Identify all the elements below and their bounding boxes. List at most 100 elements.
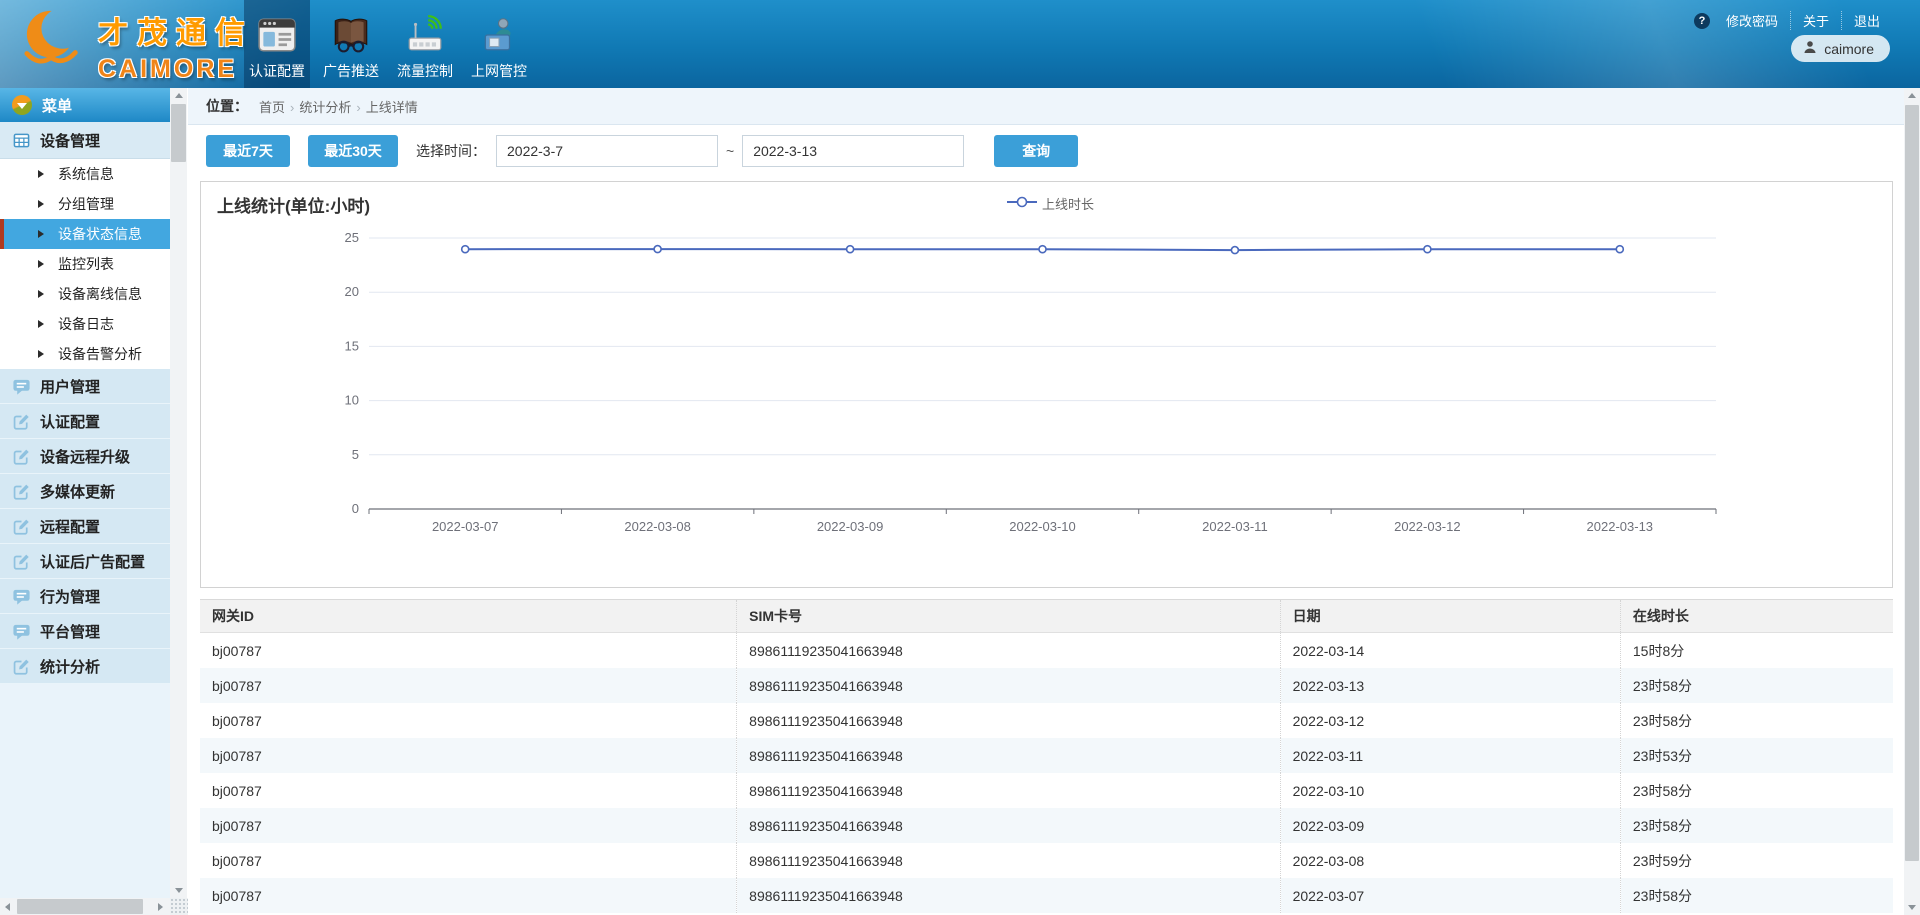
data-point	[847, 246, 854, 253]
range-separator: ~	[726, 143, 734, 159]
start-date-input[interactable]	[496, 135, 718, 167]
sidebar-item-label: 设备状态信息	[58, 224, 142, 244]
scroll-up-arrow[interactable]	[1904, 88, 1920, 103]
sidebar-item-auth-config[interactable]: 认证配置	[0, 404, 170, 439]
table-row: bj00787898611192350416639482022-03-1023时…	[200, 773, 1893, 808]
about-link[interactable]: 关于	[1790, 11, 1841, 30]
table-header-row: 网关IDSIM卡号日期在线时长	[200, 600, 1893, 633]
edit-icon	[12, 552, 31, 571]
triangle-bullet-icon	[38, 170, 50, 178]
chart-title: 上线统计(单位:小时)	[217, 192, 370, 217]
sidebar-item-device-alarm-analysis[interactable]: 设备告警分析	[0, 339, 170, 369]
sidebar-item-statistics-analysis[interactable]: 统计分析	[0, 649, 170, 684]
table-cell: 89861119235041663948	[737, 668, 1280, 703]
sidebar-item-system-info[interactable]: 系统信息	[0, 159, 170, 189]
nav-tab-auth-config[interactable]: 认证配置	[244, 0, 310, 88]
table-row: bj00787898611192350416639482022-03-1223时…	[200, 703, 1893, 738]
table-row: bj00787898611192350416639482022-03-1323时…	[200, 668, 1893, 703]
table-cell: 23时58分	[1620, 878, 1893, 913]
nav-tab-label: 上网管控	[471, 61, 527, 81]
brand-logo: 才茂通信 CAIMORE	[20, 8, 254, 84]
scrollbar-corner	[170, 898, 188, 915]
table-cell: 89861119235041663948	[737, 633, 1280, 669]
table-cell: 2022-03-07	[1280, 878, 1620, 913]
table-cell: 2022-03-13	[1280, 668, 1620, 703]
help-icon: ?	[1694, 13, 1710, 29]
moon-logo-icon	[20, 8, 88, 75]
chart-legend[interactable]: 上线时长	[1007, 194, 1094, 213]
auth-config-icon	[256, 14, 298, 56]
table-cell: bj00787	[200, 738, 737, 773]
nav-tab-traffic-control[interactable]: 流量控制	[392, 0, 458, 88]
scrollbar-thumb[interactable]	[171, 104, 186, 162]
nav-tab-internet-control[interactable]: 上网管控	[466, 0, 532, 88]
scrollbar-thumb[interactable]	[17, 899, 143, 914]
online-stats-chart-panel: 上线统计(单位:小时) 上线时长 05101520252022-03-07202…	[200, 181, 1893, 588]
table-cell: bj00787	[200, 843, 737, 878]
breadcrumb-item-1[interactable]: 首页	[259, 100, 285, 115]
scroll-up-arrow[interactable]	[170, 88, 187, 103]
scroll-right-arrow[interactable]	[152, 898, 169, 915]
breadcrumb: 位置： 首页›统计分析›上线详情	[188, 88, 1904, 125]
sidebar-item-behavior-management[interactable]: 行为管理	[0, 579, 170, 614]
table-cell: 89861119235041663948	[737, 703, 1280, 738]
triangle-bullet-icon	[38, 260, 50, 268]
user-icon	[1803, 40, 1817, 57]
table-cell: 2022-03-11	[1280, 738, 1620, 773]
brand-name-en: CAIMORE	[98, 55, 254, 84]
sidebar-item-user-management[interactable]: 用户管理	[0, 369, 170, 404]
sidebar-item-device-offline-info[interactable]: 设备离线信息	[0, 279, 170, 309]
table-cell: 2022-03-14	[1280, 633, 1620, 669]
search-button[interactable]: 查询	[994, 135, 1078, 167]
nav-tab-ad-push[interactable]: 广告推送	[318, 0, 384, 88]
filter-toolbar: 最近7天 最近30天 选择时间： ~ 查询	[206, 134, 1078, 168]
data-point	[1039, 246, 1046, 253]
app-root: 才茂通信 CAIMORE 认证配置广告推送流量控制上网管控 ? 修改密码关于退出…	[0, 0, 1920, 915]
chat-icon	[12, 587, 31, 606]
end-date-input[interactable]	[742, 135, 964, 167]
sidebar-item-label: 用户管理	[40, 376, 100, 397]
sidebar-item-device-remote-upgrade[interactable]: 设备远程升级	[0, 439, 170, 474]
table-cell: bj00787	[200, 668, 737, 703]
nav-tabs: 认证配置广告推送流量控制上网管控	[244, 0, 532, 88]
svg-text:5: 5	[352, 447, 359, 462]
sidebar-item-post-auth-ad-config[interactable]: 认证后广告配置	[0, 544, 170, 579]
menu-title: 菜单	[42, 95, 72, 116]
sidebar-item-device-management[interactable]: 设备管理	[0, 122, 170, 159]
breadcrumb-item-3: 上线详情	[366, 100, 418, 115]
triangle-bullet-icon	[38, 290, 50, 298]
table-cell: bj00787	[200, 878, 737, 913]
change-password-link[interactable]: 修改密码	[1714, 11, 1790, 30]
traffic-control-icon	[404, 14, 446, 56]
edit-icon	[12, 412, 31, 431]
sidebar-item-device-log[interactable]: 设备日志	[0, 309, 170, 339]
scroll-down-arrow[interactable]	[170, 883, 187, 898]
last-7-days-button[interactable]: 最近7天	[206, 135, 290, 167]
sidebar-item-monitor-list[interactable]: 监控列表	[0, 249, 170, 279]
sidebar-item-label: 远程配置	[40, 516, 100, 537]
nav-tab-label: 广告推送	[323, 61, 379, 81]
last-30-days-button[interactable]: 最近30天	[308, 135, 398, 167]
table-row: bj00787898611192350416639482022-03-1415时…	[200, 633, 1893, 669]
triangle-bullet-icon	[38, 200, 50, 208]
breadcrumb-item-2[interactable]: 统计分析	[299, 100, 351, 115]
sidebar-item-remote-config[interactable]: 远程配置	[0, 509, 170, 544]
table-cell: 23时53分	[1620, 738, 1893, 773]
sidebar-item-group-management[interactable]: 分组管理	[0, 189, 170, 219]
scroll-left-arrow[interactable]	[0, 898, 15, 915]
breadcrumb-separator: ›	[290, 100, 294, 115]
svg-text:0: 0	[352, 501, 359, 516]
sidebar-vertical-scrollbar	[170, 88, 187, 898]
logout-link[interactable]: 退出	[1841, 11, 1892, 30]
sidebar-item-multimedia-update[interactable]: 多媒体更新	[0, 474, 170, 509]
table-cell: 15时8分	[1620, 633, 1893, 669]
menu-sphere-icon	[12, 95, 32, 115]
sidebar-item-platform-management[interactable]: 平台管理	[0, 614, 170, 649]
scrollbar-thumb[interactable]	[1905, 105, 1919, 861]
brand-text: 才茂通信 CAIMORE	[98, 8, 254, 84]
sidebar-item-device-status-info[interactable]: 设备状态信息	[0, 219, 170, 249]
scroll-down-arrow[interactable]	[1904, 900, 1920, 915]
user-pill[interactable]: caimore	[1791, 35, 1890, 62]
legend-label: 上线时长	[1042, 194, 1094, 213]
table-cell: 89861119235041663948	[737, 773, 1280, 808]
